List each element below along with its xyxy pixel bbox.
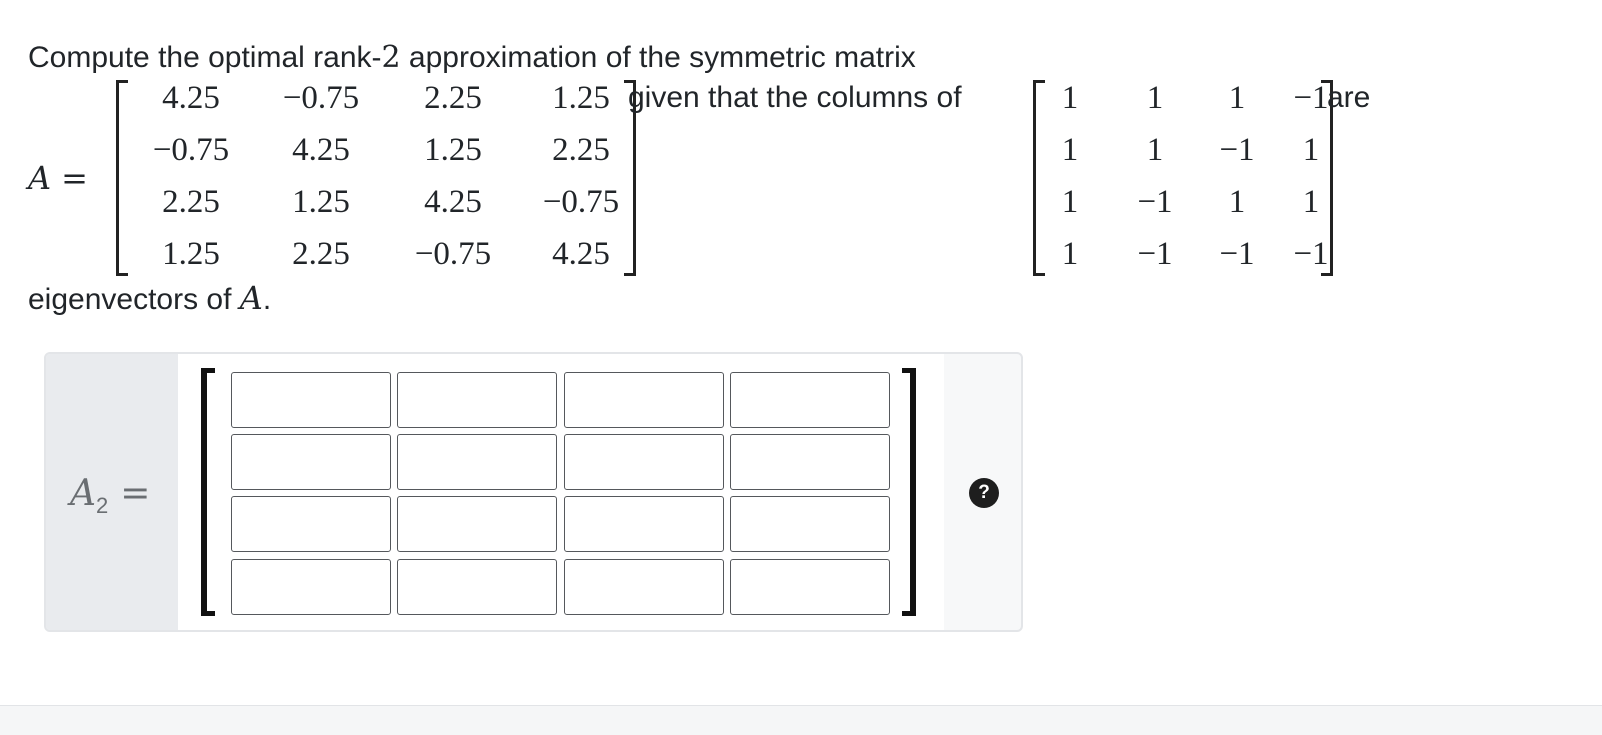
matrix-a-cell: 1.25 bbox=[162, 236, 220, 272]
eigen-matrix-cell: 1 bbox=[1302, 184, 1320, 220]
eigen-matrix-cell: 1 bbox=[1061, 184, 1079, 220]
matrix-a-cell: 4.25 bbox=[424, 184, 482, 220]
matrix-a-cell: −0.75 bbox=[152, 132, 230, 168]
answer-input-r1c4[interactable] bbox=[730, 372, 890, 428]
answer-input-r3c1[interactable] bbox=[231, 496, 391, 552]
answer-input-r4c1[interactable] bbox=[231, 559, 391, 615]
matrix-a-cell: 1.25 bbox=[552, 80, 610, 116]
eigen-matrix-left-bracket bbox=[1033, 80, 1045, 276]
given-text: given that the columns of bbox=[628, 81, 962, 114]
are-text: are bbox=[1327, 81, 1371, 114]
matrix-a-cell: 4.25 bbox=[292, 132, 350, 168]
matrix-a-cell: 2.25 bbox=[162, 184, 220, 220]
answer-right-bracket bbox=[902, 368, 916, 616]
matrix-a-left-bracket bbox=[116, 80, 128, 276]
matrix-a-cell: 4.25 bbox=[162, 80, 220, 116]
eigen-matrix-cell: 1 bbox=[1061, 80, 1079, 116]
answer-panel: A2 = ? bbox=[44, 352, 1023, 632]
answer-sub: 2 bbox=[96, 493, 109, 519]
intro-rest: approximation of the symmetric matrix bbox=[400, 41, 916, 74]
answer-input-r2c3[interactable] bbox=[564, 434, 724, 490]
eigen-matrix-cell: −1 bbox=[1219, 132, 1255, 168]
rank-value: 2 bbox=[381, 40, 401, 75]
answer-input-r2c1[interactable] bbox=[231, 434, 391, 490]
eigen-matrix-cell: −1 bbox=[1293, 236, 1329, 272]
matrix-a-cell: 2.25 bbox=[552, 132, 610, 168]
answer-input-r1c3[interactable] bbox=[564, 372, 724, 428]
eigen-matrix-cell: −1 bbox=[1137, 236, 1173, 272]
answer-input-r2c4[interactable] bbox=[730, 434, 890, 490]
matrix-a-cell: −0.75 bbox=[282, 80, 360, 116]
eig-var: A bbox=[239, 279, 263, 317]
answer-input-r1c1[interactable] bbox=[231, 372, 391, 428]
answer-input-r4c2[interactable] bbox=[397, 559, 557, 615]
matrix-a-var: A bbox=[28, 159, 52, 197]
eigen-matrix-cell: −1 bbox=[1137, 184, 1173, 220]
answer-equals: = bbox=[120, 473, 151, 514]
eigenvector-matrix: 1 1 1 −1 1 1 −1 1 1 −1 1 1 1 −1 −1 −1 bbox=[1033, 78, 1333, 278]
matrix-a-cell: 1.25 bbox=[292, 184, 350, 220]
answer-input-r4c3[interactable] bbox=[564, 559, 724, 615]
matrix-a-cell: −0.75 bbox=[414, 236, 492, 272]
answer-var: A bbox=[70, 473, 96, 514]
matrix-a-label: A = bbox=[28, 158, 88, 198]
answer-label: A2 = bbox=[70, 472, 150, 519]
eig-end: . bbox=[262, 283, 272, 316]
answer-label-pane: A2 = bbox=[46, 354, 178, 630]
footer-divider bbox=[0, 705, 1602, 735]
matrix-a-cell: 2.25 bbox=[292, 236, 350, 272]
eigen-matrix-cell: −1 bbox=[1219, 236, 1255, 272]
help-icon[interactable]: ? bbox=[969, 478, 999, 508]
answer-input-r3c3[interactable] bbox=[564, 496, 724, 552]
answer-input-r3c2[interactable] bbox=[397, 496, 557, 552]
eigen-matrix-cell: 1 bbox=[1146, 80, 1164, 116]
eigenvectors-line: eigenvectors of A. bbox=[28, 278, 271, 320]
eigen-matrix-cell: 1 bbox=[1228, 80, 1246, 116]
equals-sign: = bbox=[61, 159, 88, 197]
eigen-matrix-cell: −1 bbox=[1293, 80, 1329, 116]
answer-input-r4c4[interactable] bbox=[730, 559, 890, 615]
answer-input-r3c4[interactable] bbox=[730, 496, 890, 552]
matrix-a-cell: 4.25 bbox=[552, 236, 610, 272]
answer-left-bracket bbox=[201, 368, 215, 616]
answer-input-r2c2[interactable] bbox=[397, 434, 557, 490]
answer-input-r1c2[interactable] bbox=[397, 372, 557, 428]
question-intro: Compute the optimal rank-2 approximation… bbox=[28, 38, 916, 78]
eigen-matrix-cell: 1 bbox=[1146, 132, 1164, 168]
matrix-a: 4.25 −0.75 2.25 1.25 −0.75 4.25 1.25 2.25 2.25 1.… bbox=[116, 78, 636, 278]
eig-text: eigenvectors of bbox=[28, 283, 240, 316]
intro-text: Compute the optimal rank- bbox=[28, 41, 382, 74]
eigen-matrix-cell: 1 bbox=[1228, 184, 1246, 220]
eigen-matrix-cell: 1 bbox=[1302, 132, 1320, 168]
eigen-matrix-cell: 1 bbox=[1061, 132, 1079, 168]
matrix-a-cell: 2.25 bbox=[424, 80, 482, 116]
eigen-matrix-cell: 1 bbox=[1061, 236, 1079, 272]
matrix-a-cell: 1.25 bbox=[424, 132, 482, 168]
matrix-a-cell: −0.75 bbox=[542, 184, 620, 220]
